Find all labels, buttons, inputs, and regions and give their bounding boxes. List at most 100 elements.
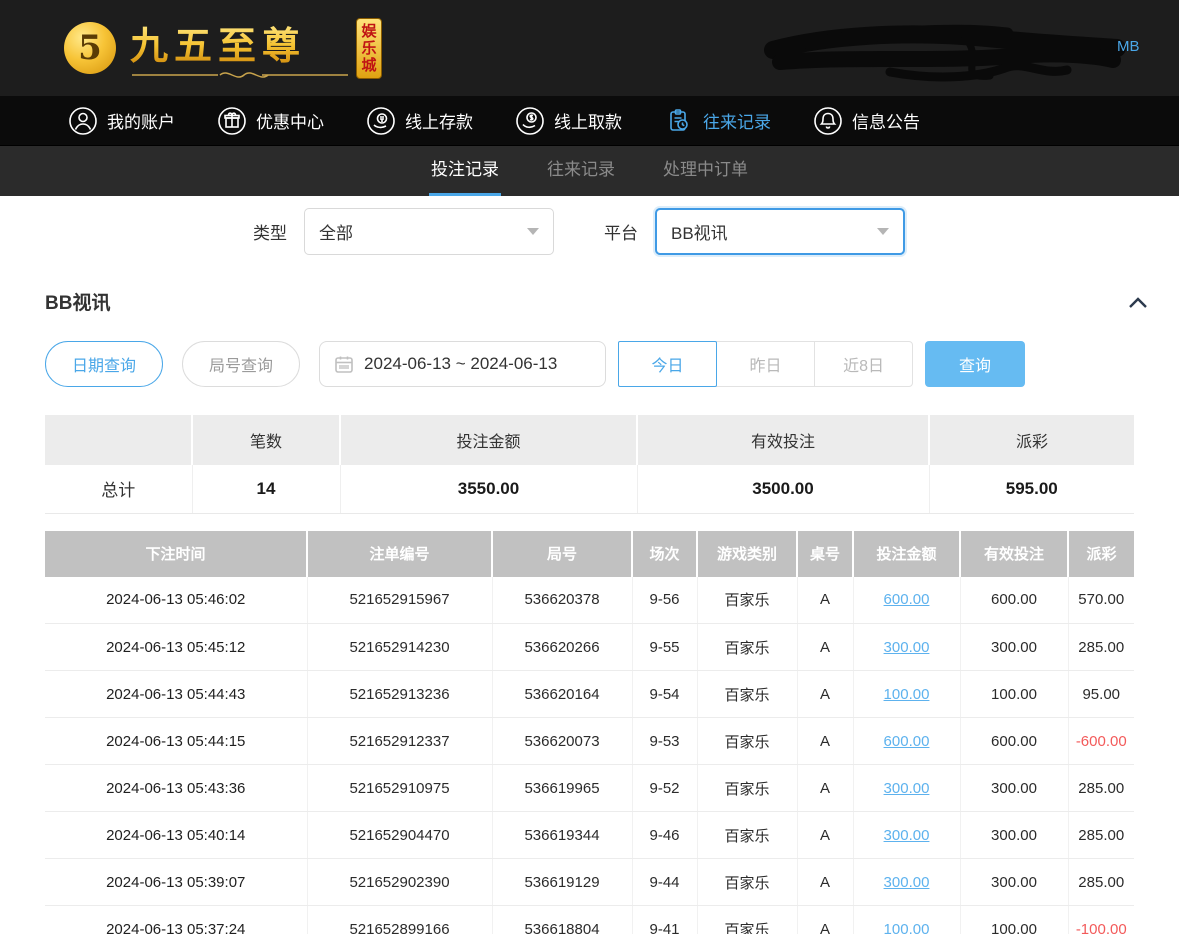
quick-range-group: 今日 昨日 近8日: [618, 341, 913, 387]
platform-select-value: BB视讯: [671, 219, 728, 244]
bet-time-cell: 2024-06-13 05:43:36: [45, 765, 307, 812]
platform-select[interactable]: BB视讯: [655, 208, 905, 255]
bet-id-cell: 521652899166: [307, 906, 492, 934]
payout-cell: -100.00: [1068, 906, 1134, 934]
record-tabs: 投注记录 往来记录 处理中订单: [0, 146, 1179, 196]
last-8-days-button[interactable]: 近8日: [814, 341, 913, 387]
bet-amount-cell: 300.00: [853, 624, 960, 671]
bet-amount-link[interactable]: 300.00: [884, 639, 930, 656]
nav-item-withdraw[interactable]: 线上取款: [515, 106, 622, 136]
round-cell: 536620164: [492, 671, 632, 718]
nav-item-deposit[interactable]: 线上存款: [366, 106, 473, 136]
summary-total-row: 总计 14 3550.00 3500.00 595.00: [45, 465, 1134, 513]
table-row: 2024-06-13 05:44:15 521652912337 5366200…: [45, 718, 1134, 765]
col-header-bet-id: 注单编号: [307, 531, 492, 577]
filter-row: 类型 全部 平台 BB视讯: [0, 196, 1179, 255]
round-query-mode-button[interactable]: 局号查询: [182, 341, 300, 387]
bet-amount-link[interactable]: 600.00: [884, 733, 930, 750]
bet-amount-cell: 300.00: [853, 765, 960, 812]
type-select[interactable]: 全部: [304, 208, 554, 255]
summary-header-valid-bet: 有效投注: [637, 415, 929, 465]
game-type-cell: 百家乐: [697, 765, 797, 812]
tab-processing-orders[interactable]: 处理中订单: [661, 155, 750, 196]
search-button[interactable]: 查询: [925, 341, 1025, 387]
bet-time-cell: 2024-06-13 05:40:14: [45, 812, 307, 859]
bet-id-cell: 521652912337: [307, 718, 492, 765]
table-no-cell: A: [797, 859, 853, 906]
date-query-mode-button[interactable]: 日期查询: [45, 341, 163, 387]
table-no-cell: A: [797, 624, 853, 671]
date-range-value: 2024-06-13 ~ 2024-06-13: [364, 354, 557, 374]
yesterday-button[interactable]: 昨日: [716, 341, 815, 387]
col-header-game-type: 游戏类别: [697, 531, 797, 577]
bet-amount-link[interactable]: 300.00: [884, 780, 930, 797]
nav-label: 线上存款: [405, 108, 473, 133]
nav-item-announcements[interactable]: 信息公告: [813, 106, 920, 136]
valid-bet-cell: 300.00: [960, 765, 1068, 812]
tab-bet-records[interactable]: 投注记录: [429, 155, 501, 196]
bet-time-cell: 2024-06-13 05:44:43: [45, 671, 307, 718]
bet-id-cell: 521652902390: [307, 859, 492, 906]
collapse-section-button[interactable]: [1127, 295, 1149, 309]
table-row: 2024-06-13 05:43:36 521652910975 5366199…: [45, 765, 1134, 812]
deposit-hand-coin-icon: [366, 106, 396, 136]
records-table: 下注时间 注单编号 局号 场次 游戏类别 桌号 投注金额 有效投注 派彩 202…: [45, 531, 1134, 934]
col-header-bet-amount: 投注金额: [853, 531, 960, 577]
summary-header-payout: 派彩: [929, 415, 1134, 465]
valid-bet-cell: 600.00: [960, 577, 1068, 624]
summary-total-label: 总计: [45, 465, 192, 513]
chevron-up-icon: [1127, 295, 1149, 309]
bet-amount-link[interactable]: 300.00: [884, 874, 930, 891]
bet-id-cell: 521652915967: [307, 577, 492, 624]
summary-header-count: 笔数: [192, 415, 340, 465]
tab-transaction-records[interactable]: 往来记录: [545, 155, 617, 196]
calendar-icon: [334, 354, 354, 374]
table-no-cell: A: [797, 671, 853, 718]
bet-amount-link[interactable]: 100.00: [884, 921, 930, 934]
summary-total-valid-bet: 3500.00: [637, 465, 929, 513]
nav-item-records[interactable]: 往来记录: [664, 106, 771, 136]
bet-amount-link[interactable]: 600.00: [884, 591, 930, 608]
col-header-table-no: 桌号: [797, 531, 853, 577]
brand-logo[interactable]: 5 九五至尊 娱 乐 城: [64, 15, 382, 82]
round-cell: 536619129: [492, 859, 632, 906]
bet-time-cell: 2024-06-13 05:37:24: [45, 906, 307, 934]
session-cell: 9-46: [632, 812, 697, 859]
table-no-cell: A: [797, 577, 853, 624]
table-no-cell: A: [797, 765, 853, 812]
session-cell: 9-53: [632, 718, 697, 765]
game-type-cell: 百家乐: [697, 812, 797, 859]
brand-emblem-icon: 5: [64, 22, 116, 74]
summary-header-blank: [45, 415, 192, 465]
payout-cell: 285.00: [1068, 624, 1134, 671]
redaction-scribble: [755, 18, 1130, 86]
date-range-input[interactable]: 2024-06-13 ~ 2024-06-13: [319, 341, 606, 387]
bet-amount-cell: 300.00: [853, 859, 960, 906]
table-no-cell: A: [797, 906, 853, 934]
brand-badge: 娱 乐 城: [356, 18, 382, 79]
round-cell: 536618804: [492, 906, 632, 934]
payout-cell: -600.00: [1068, 718, 1134, 765]
table-row: 2024-06-13 05:40:14 521652904470 5366193…: [45, 812, 1134, 859]
nav-item-my-account[interactable]: 我的账户: [68, 106, 175, 136]
nav-label: 优惠中心: [256, 108, 324, 133]
payout-cell: 285.00: [1068, 812, 1134, 859]
round-cell: 536619965: [492, 765, 632, 812]
chevron-down-icon: [527, 228, 539, 235]
nav-item-promotions[interactable]: 优惠中心: [217, 106, 324, 136]
summary-total-count: 14: [192, 465, 340, 513]
brand-flourish-icon: [130, 68, 350, 82]
payout-cell: 285.00: [1068, 859, 1134, 906]
records-header-row: 下注时间 注单编号 局号 场次 游戏类别 桌号 投注金额 有效投注 派彩: [45, 531, 1134, 577]
round-cell: 536620378: [492, 577, 632, 624]
valid-bet-cell: 300.00: [960, 859, 1068, 906]
bet-id-cell: 521652910975: [307, 765, 492, 812]
bet-amount-link[interactable]: 300.00: [884, 827, 930, 844]
col-header-valid-bet: 有效投注: [960, 531, 1068, 577]
bet-amount-cell: 100.00: [853, 906, 960, 934]
game-type-cell: 百家乐: [697, 718, 797, 765]
bet-amount-link[interactable]: 100.00: [884, 686, 930, 703]
summary-total-bet-amount: 3550.00: [340, 465, 637, 513]
balance-currency-label: MB: [1117, 38, 1140, 55]
today-button[interactable]: 今日: [618, 341, 717, 387]
